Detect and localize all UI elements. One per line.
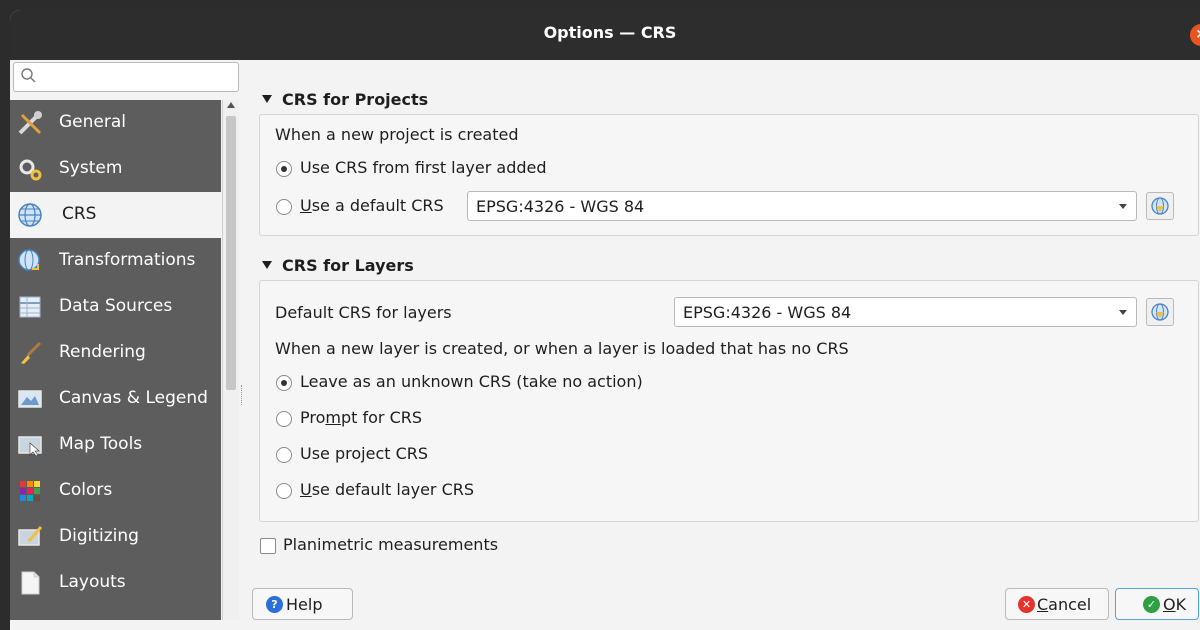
project-crs-select[interactable]: EPSG:4326 - WGS 84 <box>467 191 1137 221</box>
layer-crs-selector-button[interactable] <box>1146 298 1174 326</box>
search-icon <box>21 68 36 83</box>
sidebar-item-label: CRS <box>62 204 97 224</box>
radio-default-layer-crs-label[interactable]: Use default layer CRS <box>300 480 474 499</box>
map-tools-icon <box>18 436 42 457</box>
color-grid-icon <box>20 481 40 501</box>
options-dialog: Options — CRS × General <box>10 10 1200 630</box>
projects-prompt: When a new project is created <box>275 125 519 144</box>
layouts-icon <box>21 571 40 595</box>
section-title: CRS for Projects <box>282 90 429 109</box>
chevron-down-icon <box>1119 310 1127 315</box>
section-header-layers[interactable]: CRS for Layers <box>262 256 414 275</box>
sidebar-item-crs[interactable]: CRS <box>10 192 221 238</box>
crs-selector-icon <box>1151 197 1169 215</box>
radio-unknown-crs[interactable] <box>276 375 292 391</box>
checkmark-icon: ✓ <box>1143 596 1160 613</box>
sidebar-item-rendering[interactable]: Rendering <box>10 330 221 376</box>
projects-group: When a new project is created Use CRS fr… <box>259 114 1199 236</box>
project-crs-value: EPSG:4326 - WGS 84 <box>476 197 645 216</box>
sidebar-item-layouts[interactable]: Layouts <box>10 560 221 606</box>
sidebar: General System CRS Transformations Data … <box>10 60 243 620</box>
section-title: CRS for Layers <box>282 256 414 275</box>
help-button[interactable]: ? Help <box>252 588 353 620</box>
scrollbar-thumb[interactable] <box>226 116 236 390</box>
collapse-triangle-icon <box>262 261 272 269</box>
sidebar-item-label: Layouts <box>59 572 126 592</box>
tools-icon <box>18 111 42 135</box>
sidebar-item-label: Map Tools <box>59 434 143 454</box>
sidebar-item-label: Digitizing <box>59 526 139 546</box>
sidebar-item-transformations[interactable]: Transformations <box>10 238 221 284</box>
digitizing-icon <box>18 526 43 546</box>
sidebar-item-label: Data Sources <box>59 296 173 316</box>
cancel-label: Cancel <box>1037 595 1092 614</box>
sidebar-item-data-sources[interactable]: Data Sources <box>10 284 221 330</box>
close-button[interactable]: × <box>1190 24 1200 46</box>
sidebar-item-digitizing[interactable]: Digitizing <box>10 514 221 560</box>
default-crs-label: Default CRS for layers <box>275 303 452 322</box>
sidebar-list: General System CRS Transformations Data … <box>10 100 221 620</box>
window-title: Options — CRS <box>543 23 677 42</box>
scroll-up-icon[interactable] <box>227 102 235 108</box>
cancel-icon: ✕ <box>1018 596 1035 613</box>
radio-default-crs[interactable] <box>276 199 292 215</box>
radio-project-crs[interactable] <box>276 447 292 463</box>
help-icon: ? <box>266 596 283 613</box>
ok-label: OK <box>1163 595 1187 614</box>
cancel-button[interactable]: ✕ Cancel <box>1005 588 1109 620</box>
sidebar-item-label: General <box>59 112 126 132</box>
section-header-projects[interactable]: CRS for Projects <box>262 90 428 109</box>
sidebar-item-label: Rendering <box>59 342 146 362</box>
sidebar-item-map-tools[interactable]: Map Tools <box>10 422 221 468</box>
globe-icon <box>18 203 42 227</box>
system-gears-icon <box>19 159 42 181</box>
paintbrush-icon <box>21 341 42 364</box>
collapse-triangle-icon <box>262 95 272 103</box>
radio-default-layer-crs[interactable] <box>276 483 292 499</box>
crs-selector-icon <box>1151 303 1169 321</box>
sidebar-item-label: System <box>59 158 123 178</box>
canvas-icon <box>18 390 42 408</box>
sidebar-item-canvas-legend[interactable]: Canvas & Legend <box>10 376 221 422</box>
layers-group: Default CRS for layers EPSG:4326 - WGS 8… <box>259 280 1199 522</box>
radio-first-layer[interactable] <box>276 161 292 177</box>
help-label: Help <box>286 595 323 614</box>
layer-crs-select[interactable]: EPSG:4326 - WGS 84 <box>674 297 1137 327</box>
planimetric-label[interactable]: Planimetric measurements <box>283 535 498 554</box>
layer-crs-value: EPSG:4326 - WGS 84 <box>683 303 852 322</box>
planimetric-checkbox[interactable] <box>260 538 276 554</box>
sidebar-item-label: Transformations <box>59 250 196 270</box>
sidebar-item-general[interactable]: General <box>10 100 221 146</box>
sidebar-item-colors[interactable]: Colors <box>10 468 221 514</box>
ok-button[interactable]: ✓ OK <box>1115 588 1199 620</box>
main-panel: CRS for Projects When a new project is c… <box>248 60 1200 620</box>
radio-project-crs-label[interactable]: Use project CRS <box>300 444 428 463</box>
layers-prompt: When a new layer is created, or when a l… <box>275 339 849 358</box>
radio-unknown-crs-label[interactable]: Leave as an unknown CRS (take no action) <box>300 372 643 391</box>
title-bar: Options — CRS × <box>10 10 1200 60</box>
radio-prompt-crs[interactable] <box>276 411 292 427</box>
sidebar-scrollbar[interactable] <box>222 100 239 620</box>
sidebar-item-system[interactable]: System <box>10 146 221 192</box>
transformations-globe-icon <box>18 249 40 271</box>
radio-first-layer-label[interactable]: Use CRS from first layer added <box>300 158 547 177</box>
search-input[interactable] <box>13 62 239 92</box>
sidebar-item-label: Canvas & Legend <box>59 388 208 408</box>
chevron-down-icon <box>1119 204 1127 209</box>
project-crs-selector-button[interactable] <box>1146 192 1174 220</box>
splitter-handle[interactable] <box>241 385 243 405</box>
sidebar-item-label: Colors <box>59 480 113 500</box>
radio-prompt-crs-label[interactable]: Prompt for CRS <box>300 408 422 427</box>
table-icon <box>19 296 41 318</box>
radio-default-crs-label[interactable]: Use a default CRS <box>300 196 444 215</box>
